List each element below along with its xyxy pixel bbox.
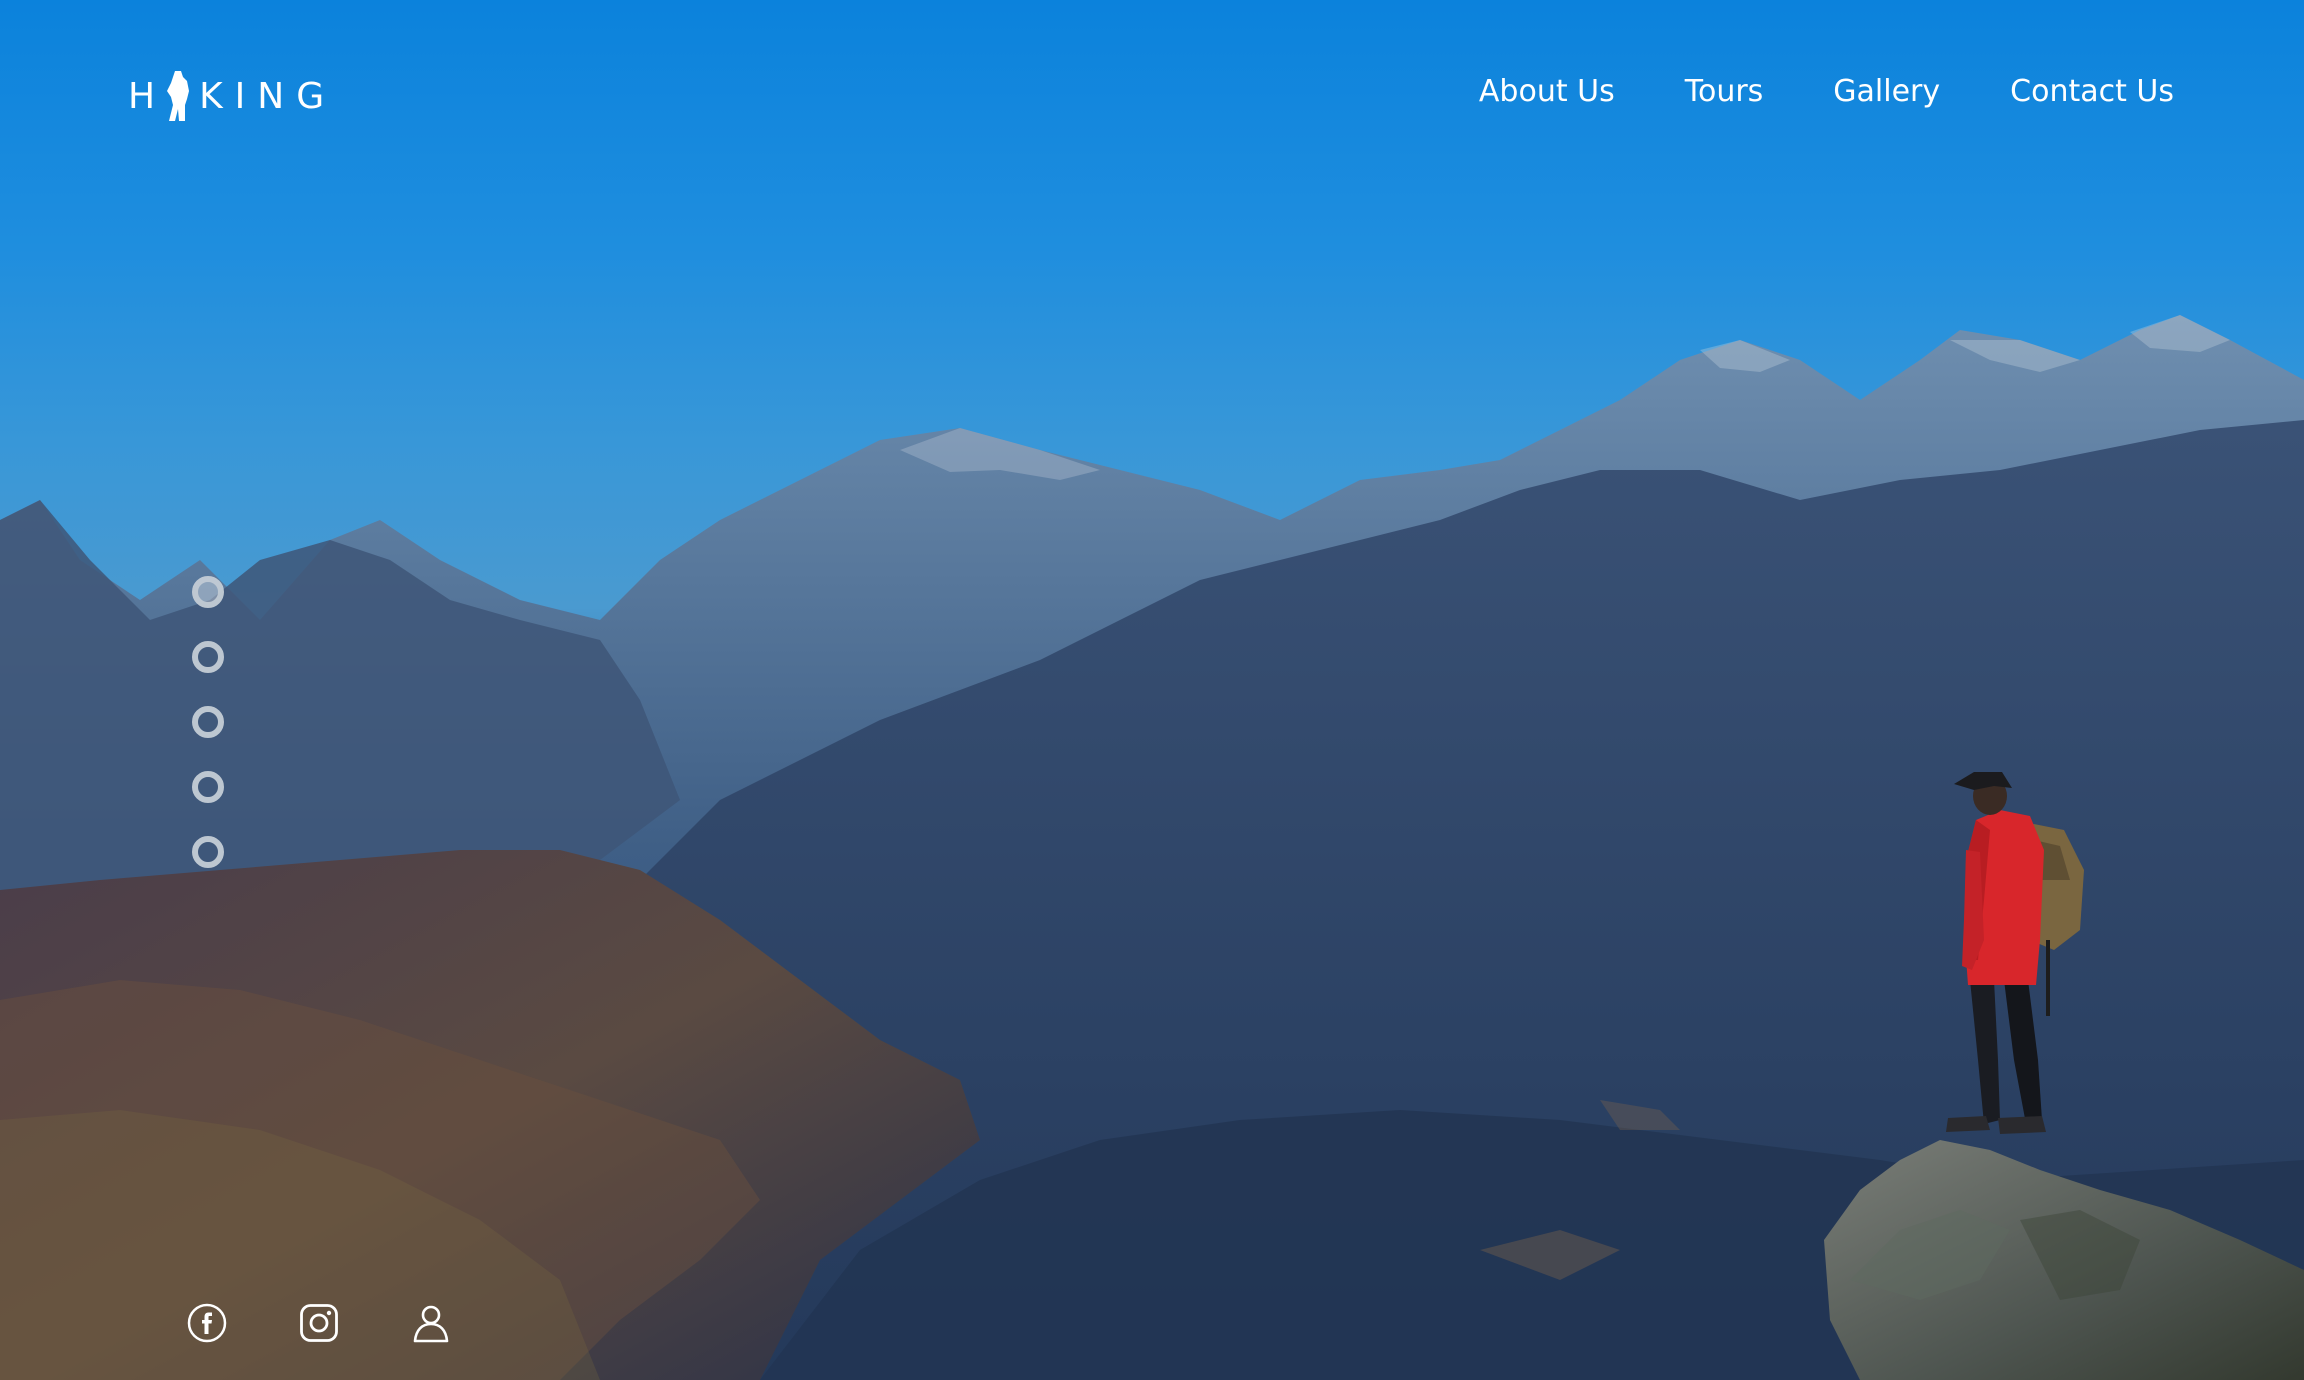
nav-link-gallery[interactable]: Gallery [1833, 74, 1940, 109]
slider-dot-1[interactable] [192, 576, 224, 608]
slider-dot-2[interactable] [192, 641, 224, 673]
user-icon[interactable] [410, 1302, 452, 1344]
logo-text-prefix: H [128, 75, 168, 117]
slider-pagination [192, 576, 224, 868]
nav-link-tours[interactable]: Tours [1685, 74, 1764, 109]
slider-dot-5[interactable] [192, 836, 224, 868]
hero-background: H KING About Us Tours Gallery Contact Us [0, 0, 2304, 1380]
social-links [186, 1302, 452, 1344]
main-nav: About Us Tours Gallery Contact Us [1479, 74, 2174, 109]
instagram-icon[interactable] [298, 1302, 340, 1344]
mountain-landscape-image [0, 315, 2304, 1380]
hiker-silhouette-icon [167, 71, 190, 121]
slider-dot-4[interactable] [192, 771, 224, 803]
nav-link-about-us[interactable]: About Us [1479, 74, 1615, 109]
slider-dot-3[interactable] [192, 706, 224, 738]
nav-link-contact-us[interactable]: Contact Us [2010, 74, 2174, 109]
logo[interactable]: H KING [128, 66, 336, 126]
facebook-icon[interactable] [186, 1302, 228, 1344]
logo-text-suffix: KING [199, 75, 337, 117]
